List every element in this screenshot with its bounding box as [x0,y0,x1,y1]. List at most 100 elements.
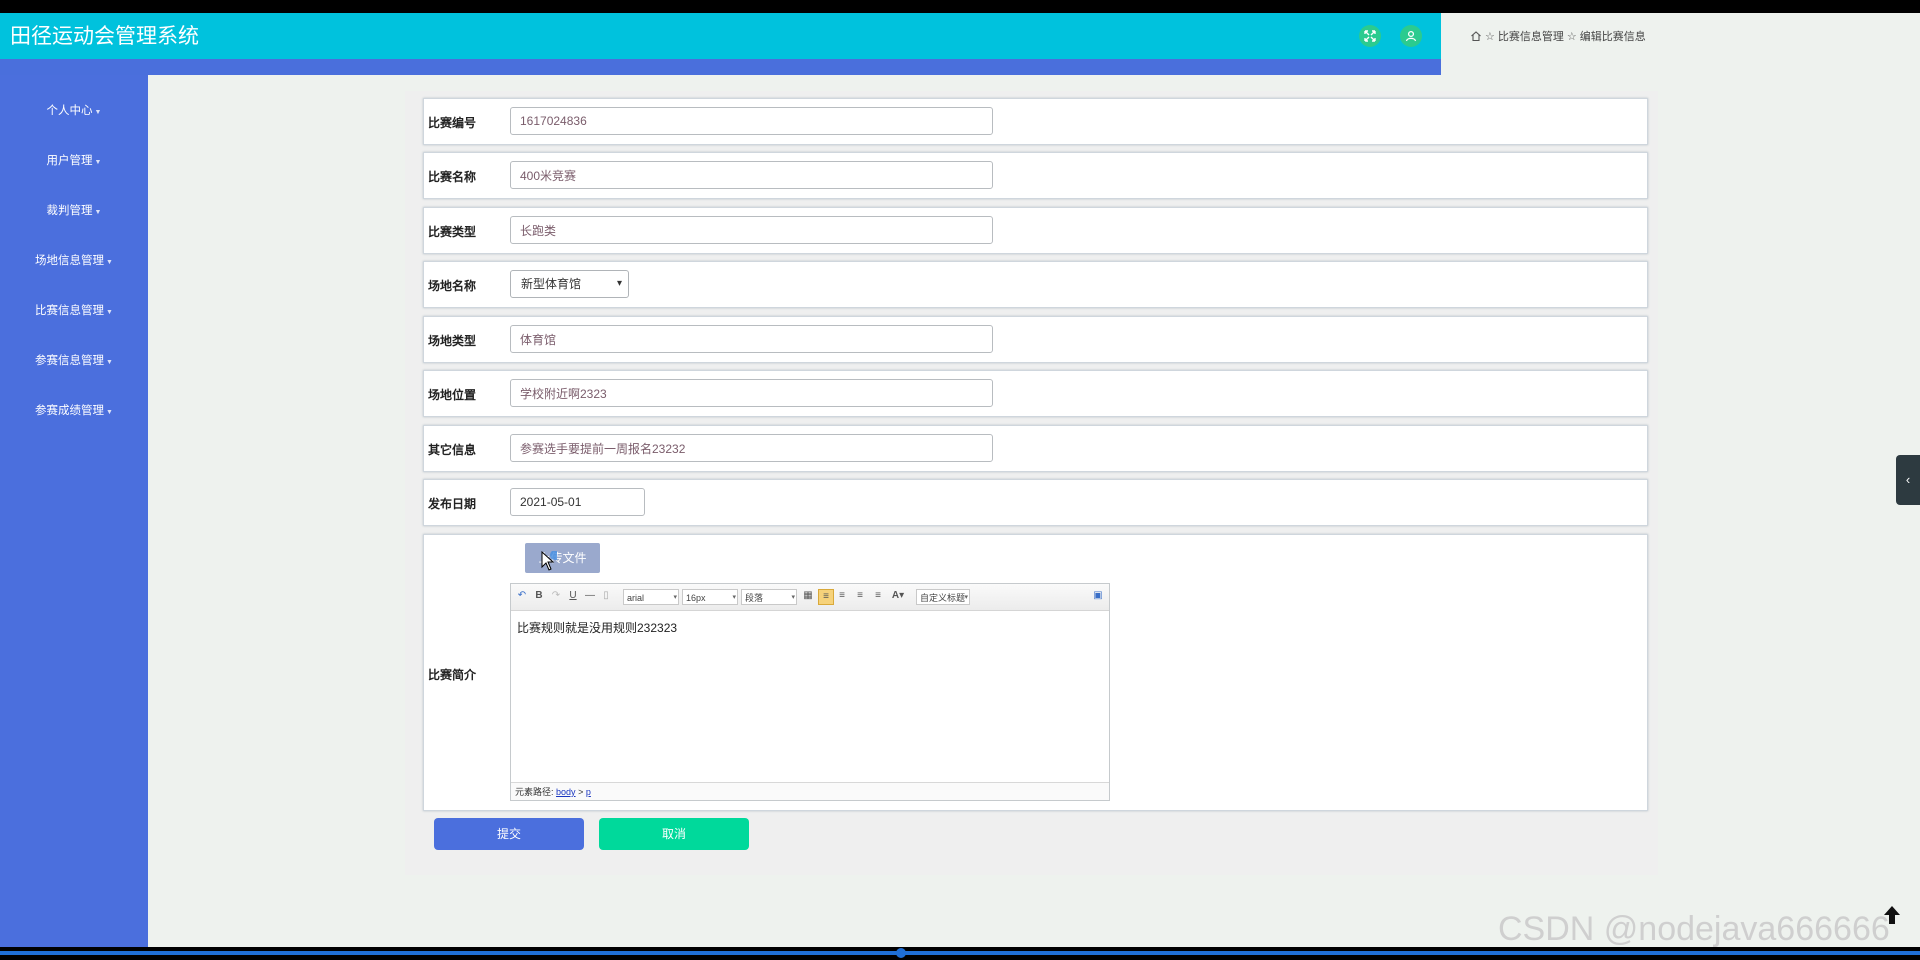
screen-top-border [0,0,1920,13]
rich-text-editor: ↶ B ↷ U — ▯ arial ▾ 16px ▾ 段落 ▾ ▦ ≡ ≡ ≡ ≡ A… [510,583,1110,801]
caret-down-icon: ▼ [94,159,102,166]
field-label: 场地类型 [428,334,477,348]
chevron-left-icon: ‹ [1905,472,1911,487]
table-icon[interactable]: ▦ [801,589,815,603]
sidebar-item-label: 用户管理 [46,155,93,167]
caret-down-icon: ▼ [106,409,113,416]
form-row-match-name: 比赛名称 [423,152,1648,199]
form-row-match-type: 比赛类型 [423,207,1648,254]
form-row-match-no: 比赛编号 [423,98,1648,145]
editor-content[interactable]: 比赛规则就是没用规则232323 [511,611,1109,644]
bold-icon[interactable]: B [532,589,546,603]
element-path-label: 元素路径: [515,787,554,797]
align-justify-icon[interactable]: ≡ [871,589,885,603]
sidebar-item-label: 个人中心 [46,105,93,117]
user-icon [1405,30,1417,42]
element-path-body-link[interactable]: body [556,787,576,797]
app-header: 田径运动会管理系统 [0,13,1441,59]
breadcrumb-item[interactable]: 比赛信息管理 [1498,28,1564,44]
form-row-venue-location: 场地位置 [423,370,1648,417]
field-label: 场地名称 [428,279,477,293]
field-label: 发布日期 [428,497,477,511]
app-title: 田径运动会管理系统 [10,24,199,48]
field-label: 其它信息 [428,443,477,457]
video-progress-bar[interactable] [0,947,1920,960]
publish-date-input[interactable] [510,488,645,516]
redo-icon[interactable]: ↷ [549,589,563,603]
form-row-venue-type: 场地类型 [423,316,1648,363]
caret-down-icon: ▼ [106,309,113,316]
chevron-down-icon: ▾ [732,594,736,601]
caret-down-icon: ▼ [106,259,113,266]
caret-down-icon: ▼ [106,359,113,366]
venue-name-select[interactable]: 新型体育馆 ▾ [510,270,629,298]
font-family-select[interactable]: arial ▾ [623,589,679,605]
horizontal-rule-icon[interactable]: — [583,589,597,603]
venue-location-input[interactable] [510,379,993,407]
sidebar-item-label: 比赛信息管理 [35,305,105,317]
submit-button[interactable]: 提交 [434,818,584,850]
field-label: 比赛编号 [428,116,477,130]
sidebar-item-label: 裁判管理 [46,205,93,217]
mouse-cursor-icon [541,551,557,571]
form-row-venue-name: 场地名称 新型体育馆 ▾ [423,261,1648,308]
underline-icon[interactable]: U [566,589,580,603]
editor-toolbar: ↶ B ↷ U — ▯ arial ▾ 16px ▾ 段落 ▾ ▦ ≡ ≡ ≡ ≡ A… [511,584,1109,611]
font-color-icon[interactable]: A▾ [889,589,907,603]
home-icon[interactable] [1470,30,1482,42]
sidebar-item-matches[interactable]: 比赛信息管理 ▼ [0,301,148,321]
sidebar-item-venues[interactable]: 场地信息管理 ▼ [0,251,148,271]
match-type-input[interactable] [510,216,993,244]
sidebar-item-results[interactable]: 参赛成绩管理 ▼ [0,401,148,421]
sidebar-item-referees[interactable]: 裁判管理 ▼ [0,201,148,221]
paragraph-value: 段落 [745,593,764,603]
chevron-down-icon: ▾ [964,594,968,601]
paste-icon[interactable]: ▯ [599,589,613,603]
scroll-to-top-icon[interactable] [1882,904,1902,926]
form-row-other-info: 其它信息 [423,425,1648,472]
font-size-select[interactable]: 16px ▾ [682,589,738,605]
custom-title-select[interactable]: 自定义标题 ▾ [916,589,970,605]
element-path-p-link[interactable]: p [586,787,591,797]
sidebar-item-label: 参赛成绩管理 [35,405,105,417]
cancel-button[interactable]: 取消 [599,818,749,850]
element-path-separator: > [578,787,584,797]
star-icon: ☆ [1485,30,1495,43]
chevron-down-icon: ▾ [673,594,677,601]
editor-paragraph: 比赛规则就是没用规则232323 [517,621,678,635]
sidebar-item-label: 参赛信息管理 [35,355,105,367]
field-label: 比赛简介 [428,668,477,682]
sidebar-item-entries[interactable]: 参赛信息管理 ▼ [0,351,148,371]
progress-knob[interactable] [896,948,906,958]
match-name-input[interactable] [510,161,993,189]
progress-track [0,951,1920,955]
editor-element-path: 元素路径: body > p [511,782,1109,800]
side-panel-toggle[interactable]: ‹ [1896,455,1920,505]
header-accent-strip [0,59,1441,75]
font-size-value: 16px [686,593,706,603]
align-right-icon[interactable]: ≡ [853,589,867,603]
sidebar-item-users[interactable]: 用户管理 ▼ [0,151,148,171]
fullscreen-button[interactable] [1359,25,1381,47]
breadcrumb-item-current: 编辑比赛信息 [1579,31,1646,43]
chevron-down-icon: ▾ [616,278,622,289]
field-label: 场地位置 [428,388,477,402]
sidebar-item-label: 场地信息管理 [35,255,105,267]
upload-file-button[interactable]: 上传文件 [525,543,600,573]
paragraph-select[interactable]: 段落 ▾ [741,589,797,605]
star-icon: ☆ [1566,30,1577,43]
align-left-icon[interactable]: ≡ [818,589,834,605]
undo-icon[interactable]: ↶ [515,589,529,603]
fullscreen-editor-icon[interactable]: ▣ [1091,589,1105,603]
match-no-input[interactable] [510,107,993,135]
venue-type-input[interactable] [510,325,993,353]
other-info-input[interactable] [510,434,993,462]
font-family-value: arial [627,593,645,603]
align-center-icon[interactable]: ≡ [835,589,849,603]
breadcrumb: ☆ 比赛信息管理 ☆ 编辑比赛信息 [1470,28,1646,44]
sidebar-item-profile[interactable]: 个人中心 ▼ [0,101,148,121]
caret-down-icon: ▼ [94,209,102,216]
form-row-publish-date: 发布日期 [423,479,1648,526]
user-profile-button[interactable] [1400,25,1422,47]
watermark: CSDN @nodejava666666 [1498,910,1890,948]
